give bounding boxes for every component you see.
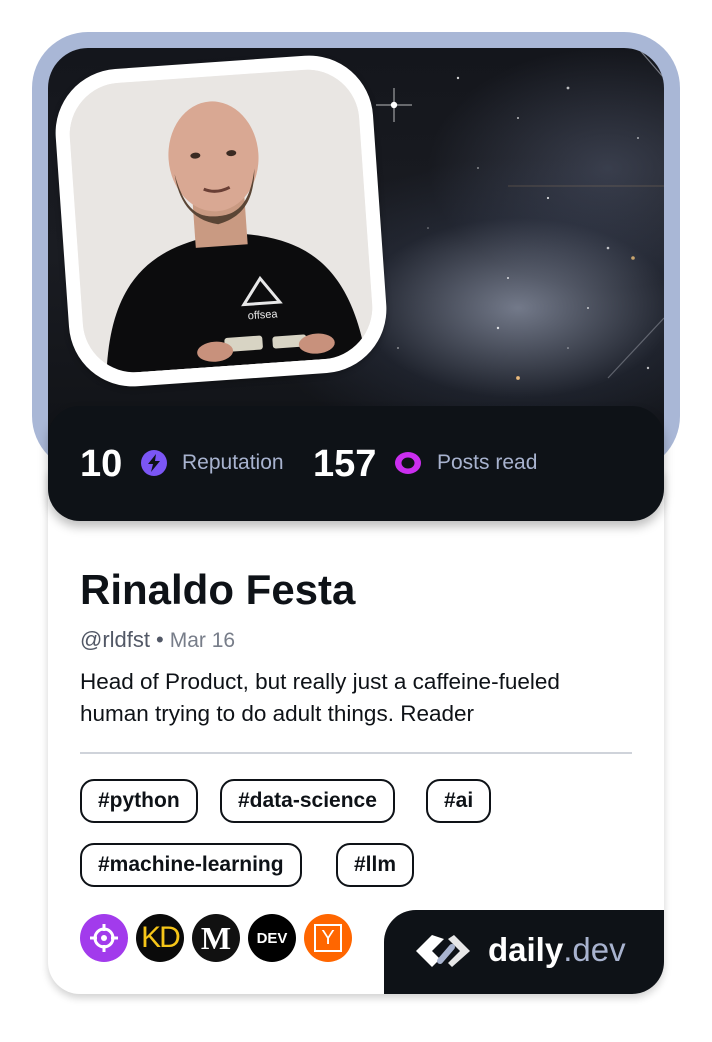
kd-icon: KD <box>141 921 181 954</box>
source-ycombinator-icon[interactable]: Y <box>304 914 352 962</box>
posts-read-label: Posts read <box>437 451 538 474</box>
posts-read-eye-icon <box>395 452 421 474</box>
meta-separator: • <box>156 627 164 652</box>
dev-icon: DEV <box>256 929 288 947</box>
divider <box>80 752 632 754</box>
tag-machine-learning[interactable]: #machine-learning <box>80 843 302 887</box>
profile-handle: @rldfst <box>80 627 151 652</box>
profile-bio: Head of Product, but really just a caffe… <box>80 669 560 726</box>
reputation-value: 10 <box>80 443 123 485</box>
tag-ai[interactable]: #ai <box>426 779 492 823</box>
source-crosshair-icon[interactable] <box>80 914 128 962</box>
joined-date: Mar 16 <box>169 629 236 652</box>
brand-name: daily.dev <box>488 929 626 971</box>
crosshair-icon <box>90 924 118 952</box>
reputation-lightning-icon <box>141 450 167 476</box>
brand-name-suffix: .dev <box>563 931 626 968</box>
tag-data-science[interactable]: #data-science <box>220 779 395 823</box>
profile-name: Rinaldo Festa <box>80 566 356 613</box>
daily-dev-logo-icon <box>416 935 470 967</box>
avatar-photo: offsea <box>66 66 376 376</box>
profile-meta: @rldfst • Mar 16 <box>80 626 235 655</box>
shirt-logo-text: offsea <box>247 308 278 322</box>
source-kd-icon[interactable]: KD <box>136 914 184 962</box>
ycombinator-icon: Y <box>314 924 342 952</box>
posts-read-value: 157 <box>313 443 377 485</box>
tag-python[interactable]: #python <box>80 779 198 823</box>
tag-llm[interactable]: #llm <box>336 843 415 887</box>
avatar: offsea <box>51 51 391 391</box>
source-dev-icon[interactable]: DEV <box>248 914 296 962</box>
reputation-label: Reputation <box>182 451 284 474</box>
medium-icon: M <box>200 919 232 956</box>
source-medium-icon[interactable]: M <box>192 914 240 962</box>
brand-name-main: daily <box>488 931 564 968</box>
